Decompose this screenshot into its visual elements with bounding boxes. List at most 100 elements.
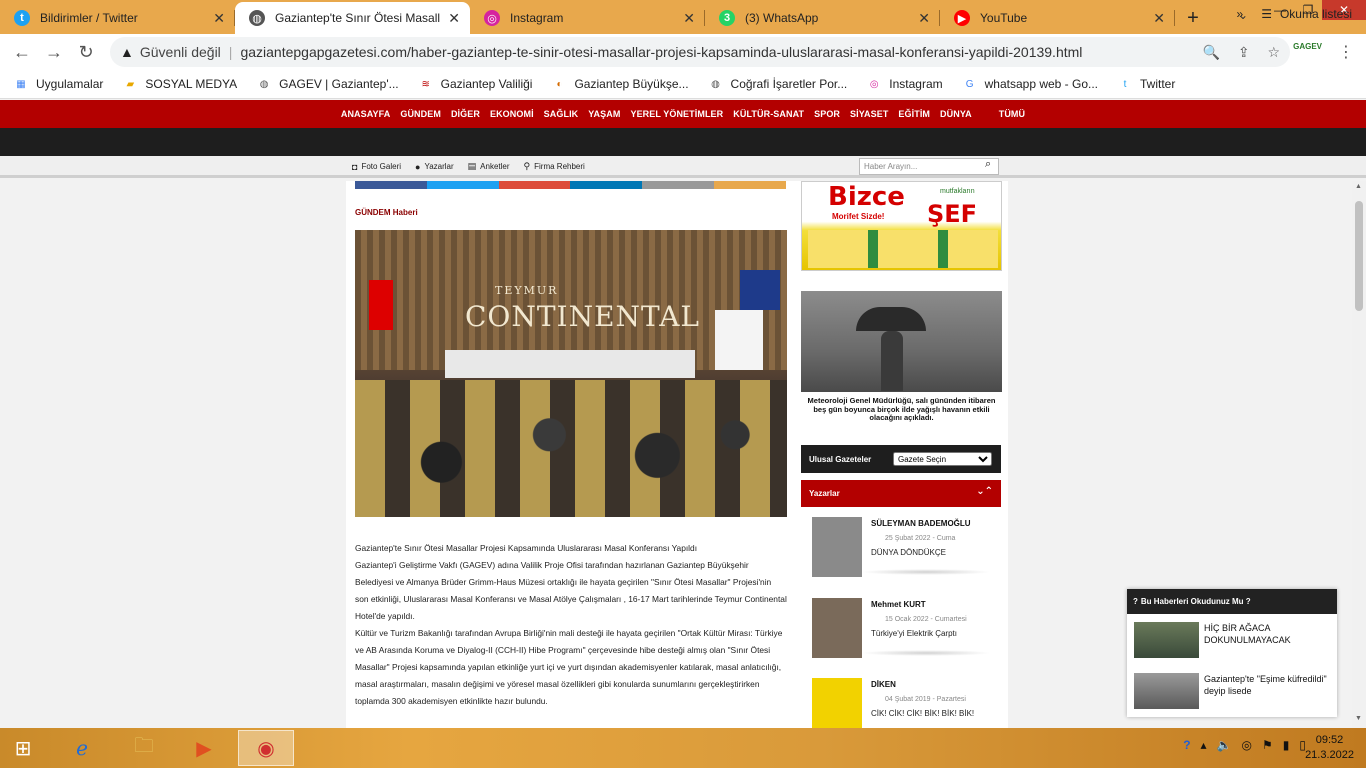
bookmark-item[interactable]: ▦ Uygulamalar [14, 77, 103, 91]
scroll-down-icon[interactable]: ▼ [1355, 715, 1362, 722]
site-nav-item[interactable]: SPOR [814, 109, 840, 119]
site-nav-item[interactable]: YEREL YÖNETİMLER [630, 109, 723, 119]
gagev-extension-icon[interactable]: GAGEV [1293, 42, 1322, 51]
share-icon[interactable]: ⇪ [1238, 44, 1250, 60]
site-nav-item[interactable]: SİYASET [850, 109, 888, 119]
share-button[interactable] [498, 181, 571, 189]
writer-article-title[interactable]: Türkiye'yi Elektrik Çarptı [871, 629, 957, 638]
chrome-taskbar-icon[interactable]: ◉ [238, 730, 294, 766]
tab-close-icon[interactable]: ✕ [213, 10, 225, 27]
warning-icon[interactable]: ▲ [120, 44, 134, 60]
site-nav-item[interactable]: GÜNDEM [400, 109, 441, 119]
writer-avatar[interactable] [812, 678, 862, 728]
site-search-icon[interactable]: ⌕ [985, 158, 991, 171]
scroll-thumb[interactable] [1355, 201, 1363, 311]
address-bar[interactable]: ▲ Güvenli değil | gaziantepgapgazetesi.c… [110, 37, 1290, 67]
site-nav-item[interactable]: TÜMÜ [999, 109, 1025, 119]
site-nav-item[interactable]: DÜNYA [940, 109, 972, 119]
weather-news-caption[interactable]: Meteoroloji Genel Müdürlüğü, salı gününd… [801, 396, 1002, 423]
tab-close-icon[interactable]: ✕ [683, 10, 695, 27]
browser-tab[interactable]: ▶ YouTube ✕ [940, 2, 1175, 34]
writer-article-title[interactable]: CİK! CİK! CİK! BİK! BİK! BİK! [871, 709, 974, 718]
media-player-icon[interactable]: ▶ [176, 730, 232, 766]
newspaper-select[interactable]: Gazete Seçin [893, 452, 992, 466]
scroll-up-icon[interactable]: ▲ [1355, 183, 1362, 190]
zoom-icon[interactable]: 🔍 [1202, 44, 1219, 60]
browser-tab[interactable]: ◎ Instagram ✕ [470, 2, 705, 34]
bookmark-star-icon[interactable]: ☆ [1267, 44, 1280, 60]
site-nav-item[interactable]: YAŞAM [588, 109, 620, 119]
site-nav-item[interactable]: KÜLTÜR-SANAT [733, 109, 804, 119]
yazarlar-scroll-icon[interactable]: ⌄⌃ [976, 486, 993, 497]
site-search-input[interactable]: Haber Arayın... [859, 158, 999, 175]
site-nav-item[interactable]: ANASAYFA [341, 109, 390, 119]
popup-item-title[interactable]: HİÇ BİR AĞACA DOKUNULMAYACAK [1204, 622, 1329, 646]
bookmark-item[interactable]: ◍ Coğrafi İşaretler Por... [709, 77, 847, 91]
back-arrow-icon[interactable]: ← [6, 36, 38, 68]
popup-item-thumb[interactable] [1134, 673, 1199, 709]
bookmark-item[interactable]: ◎ Instagram [867, 77, 943, 91]
tab-close-icon[interactable]: ✕ [1153, 10, 1165, 27]
file-explorer-icon[interactable]: 🗀 [116, 730, 172, 766]
share-button[interactable] [642, 181, 715, 189]
bookmark-item[interactable]: ▰ SOSYAL MEDYA [123, 77, 238, 91]
subnav-item[interactable]: ▤ Anketler [468, 161, 510, 172]
share-button[interactable] [426, 181, 499, 189]
site-nav-item[interactable]: DİĞER [451, 109, 480, 119]
reload-icon[interactable]: ↻ [70, 36, 102, 68]
writer-card[interactable]: SÜLEYMAN BADEMOĞLU 25 Şubat 2022 - Cuma DÜ… [801, 507, 1001, 585]
browser-tab[interactable]: ◍ Gaziantep'te Sınır Ötesi Masall ✕ [235, 2, 470, 34]
flag-icon[interactable]: ⚑ [1262, 738, 1273, 752]
bookmark-item[interactable]: ≋ Gaziantep Valiliği [419, 77, 532, 91]
new-tab-icon[interactable]: + [1175, 2, 1211, 34]
category-label[interactable]: GÜNDEM Haberi [355, 208, 418, 217]
reading-list-label[interactable]: Okuma listesi [1280, 7, 1352, 21]
share-button[interactable] [714, 181, 786, 189]
sidebar-ad[interactable]: Bizce Morifet Sizde! mutfakların ŞEF [801, 181, 1002, 271]
site-nav-item[interactable]: SAĞLIK [544, 109, 579, 119]
site-nav-item[interactable]: EKONOMİ [490, 109, 534, 119]
tab-close-icon[interactable]: ✕ [918, 10, 930, 27]
internet-explorer-icon[interactable]: ℯ [54, 730, 110, 766]
forward-arrow-icon[interactable]: → [38, 36, 70, 68]
weather-news-image[interactable] [801, 291, 1002, 392]
page-scrollbar[interactable]: ▲ ▼ [1352, 181, 1366, 729]
writer-date: 04 Şubat 2019 - Pazartesi [885, 696, 966, 703]
tray-up-arrow-icon[interactable]: ▴ [1201, 738, 1207, 752]
subnav-item[interactable]: ◘ Foto Galeri [352, 161, 401, 172]
tab-title: Bildirimler / Twitter [40, 11, 138, 25]
popup-item-title[interactable]: Gaziantep'te "Eşime küfredildi" deyip li… [1204, 673, 1329, 697]
tab-close-icon[interactable]: ✕ [448, 10, 460, 27]
share-button[interactable] [570, 181, 643, 189]
writer-avatar[interactable] [812, 517, 862, 577]
writer-article-title[interactable]: DÜNYA DÖNDÜKÇE [871, 548, 946, 557]
writer-name[interactable]: SÜLEYMAN BADEMOĞLU [871, 519, 971, 528]
share-button[interactable] [355, 181, 427, 189]
url-text[interactable]: gaziantepgapgazetesi.com/haber-gaziantep… [240, 44, 1188, 60]
taskbar-clock[interactable]: 09:52 21.3.2022 [1305, 733, 1354, 763]
network-icon[interactable]: ▮ [1283, 738, 1290, 752]
security-label[interactable]: Güvenli değil [140, 44, 221, 60]
bookmark-item[interactable]: Gwhatsapp web - Go... [963, 77, 1098, 91]
subnav-item[interactable]: ⚲ Firma Rehberi [524, 161, 585, 172]
popup-item-thumb[interactable] [1134, 622, 1199, 658]
writer-name[interactable]: DİKEN [871, 680, 896, 689]
start-windows-icon[interactable]: ⊞ [0, 730, 46, 766]
volume-icon[interactable]: 🔈 [1217, 738, 1232, 752]
writer-name[interactable]: Mehmet KURT [871, 600, 926, 609]
writer-avatar[interactable] [812, 598, 862, 658]
menu-dots-icon[interactable]: ⋮ [1338, 42, 1354, 62]
chrome-tray-icon[interactable]: ◎ [1242, 738, 1252, 752]
more-bookmarks-icon[interactable]: » [1237, 7, 1244, 21]
writer-card[interactable]: Mehmet KURT 15 Ocak 2022 - Cumartesi Türki… [801, 588, 1001, 666]
browser-tab[interactable]: 3 (3) WhatsApp ✕ [705, 2, 940, 34]
bookmark-item[interactable]: t Twitter [1118, 77, 1176, 91]
bookmark-item[interactable]: ◍ GAGEV | Gaziantep'... [257, 77, 399, 91]
browser-tab[interactable]: t Bildirimler / Twitter ✕ [0, 2, 235, 34]
reading-list-icon[interactable]: ☰ [1261, 7, 1272, 21]
subnav-item[interactable]: ● Yazarlar [415, 161, 454, 172]
bookmark-item[interactable]: ◐ Gaziantep Büyükşe... [552, 77, 688, 91]
help-icon[interactable]: ? [1183, 738, 1190, 752]
writer-card[interactable]: DİKEN 04 Şubat 2019 - Pazartesi CİK! CİK! … [801, 668, 1001, 728]
site-nav-item[interactable]: EĞİTİM [898, 109, 930, 119]
